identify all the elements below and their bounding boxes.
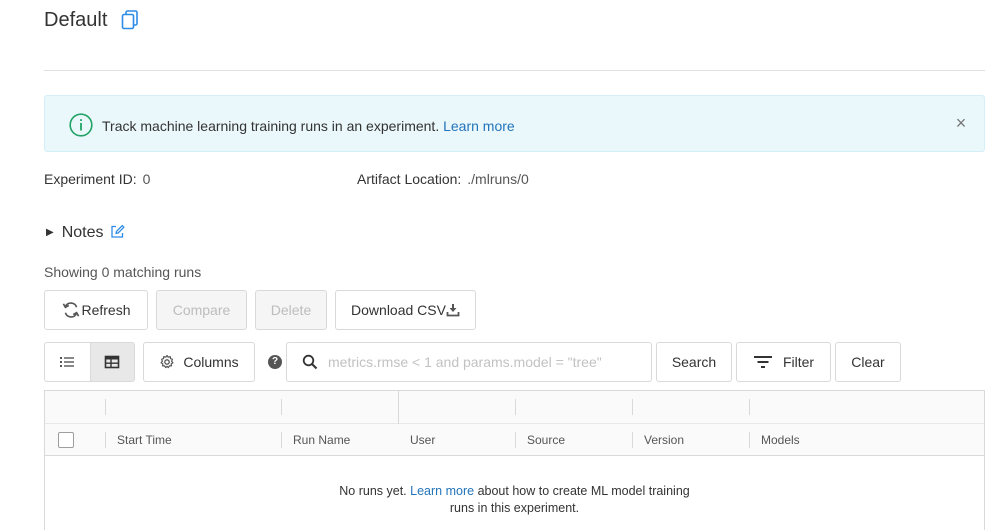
copy-icon[interactable] <box>121 10 139 30</box>
column-header-run-name[interactable]: Run Name <box>293 433 350 447</box>
runs-table: Start Time Run Name User Source Version … <box>44 390 985 530</box>
showing-runs-count: Showing 0 matching runs <box>44 264 202 280</box>
column-header-models[interactable]: Models <box>761 433 800 447</box>
artifact-location: Artifact Location: ./mlruns/0 <box>357 170 529 188</box>
gear-icon <box>160 354 174 369</box>
download-csv-button[interactable]: Download CSV <box>335 290 476 330</box>
empty-runs-message: No runs yet. Learn more about how to cre… <box>45 483 984 517</box>
column-header-source[interactable]: Source <box>527 433 565 447</box>
filter-button[interactable]: Filter <box>736 342 831 382</box>
empty-learn-more-link[interactable]: Learn more <box>410 484 474 498</box>
column-divider <box>749 432 750 448</box>
empty-message-prefix: No runs yet. <box>339 484 407 498</box>
column-divider <box>515 399 516 415</box>
column-divider <box>105 399 106 415</box>
table-header-row: Start Time Run Name User Source Version … <box>45 424 984 456</box>
search-button[interactable]: Search <box>656 342 732 382</box>
compare-button[interactable]: Compare <box>156 290 247 330</box>
search-box <box>286 342 652 382</box>
clear-button[interactable]: Clear <box>835 342 901 382</box>
empty-message-line1: No runs yet. Learn more about how to cre… <box>45 483 984 500</box>
experiment-id-value: 0 <box>142 171 151 187</box>
column-divider <box>749 399 750 415</box>
download-icon <box>446 304 460 317</box>
select-all-checkbox[interactable] <box>58 432 74 448</box>
banner-message: Track machine learning training runs in … <box>102 118 440 134</box>
column-divider <box>632 432 633 448</box>
artifact-location-value: ./mlruns/0 <box>467 171 529 187</box>
info-icon <box>69 113 93 137</box>
experiment-id-label: Experiment ID: <box>44 171 137 187</box>
filter-icon <box>753 356 772 368</box>
delete-button[interactable]: Delete <box>255 290 327 330</box>
filter-label: Filter <box>782 354 815 370</box>
search-icon <box>302 354 318 370</box>
search-input[interactable] <box>326 347 636 377</box>
edit-icon[interactable] <box>110 224 125 239</box>
table-view-button[interactable] <box>89 343 134 381</box>
view-toggle <box>44 342 135 382</box>
close-icon[interactable]: × <box>951 113 971 133</box>
empty-message-suffix: about how to create ML model training <box>477 484 690 498</box>
header-divider <box>44 70 985 71</box>
table-view-icon <box>104 355 120 369</box>
column-divider <box>515 432 516 448</box>
notes-toggle[interactable]: ▶ Notes <box>46 223 125 243</box>
list-view-button[interactable] <box>45 343 90 381</box>
column-divider <box>281 399 282 415</box>
table-group-header <box>45 391 984 424</box>
banner-learn-more-link[interactable]: Learn more <box>443 118 515 134</box>
refresh-button[interactable]: Refresh <box>44 290 148 330</box>
column-divider <box>281 432 282 448</box>
banner-text: Track machine learning training runs in … <box>102 117 515 135</box>
list-view-icon <box>60 357 75 367</box>
notes-label: Notes <box>61 224 104 241</box>
column-header-user[interactable]: User <box>410 433 435 447</box>
refresh-icon <box>63 302 80 318</box>
experiment-id: Experiment ID: 0 <box>44 170 150 188</box>
column-divider <box>105 432 106 448</box>
columns-button[interactable]: Columns <box>143 342 255 382</box>
empty-message-line2: runs in this experiment. <box>449 501 580 515</box>
experiment-title: Default <box>44 9 108 31</box>
column-divider <box>632 399 633 415</box>
group-separator <box>984 391 985 456</box>
column-header-version[interactable]: Version <box>644 433 684 447</box>
column-header-start-time[interactable]: Start Time <box>117 433 172 447</box>
help-icon[interactable]: ? <box>268 355 282 369</box>
download-csv-label: Download CSV <box>351 302 446 318</box>
artifact-location-label: Artifact Location: <box>357 171 462 187</box>
caret-right-icon: ▶ <box>46 227 54 238</box>
refresh-label: Refresh <box>81 302 131 318</box>
info-banner: Track machine learning training runs in … <box>44 95 985 152</box>
columns-label: Columns <box>183 354 239 370</box>
